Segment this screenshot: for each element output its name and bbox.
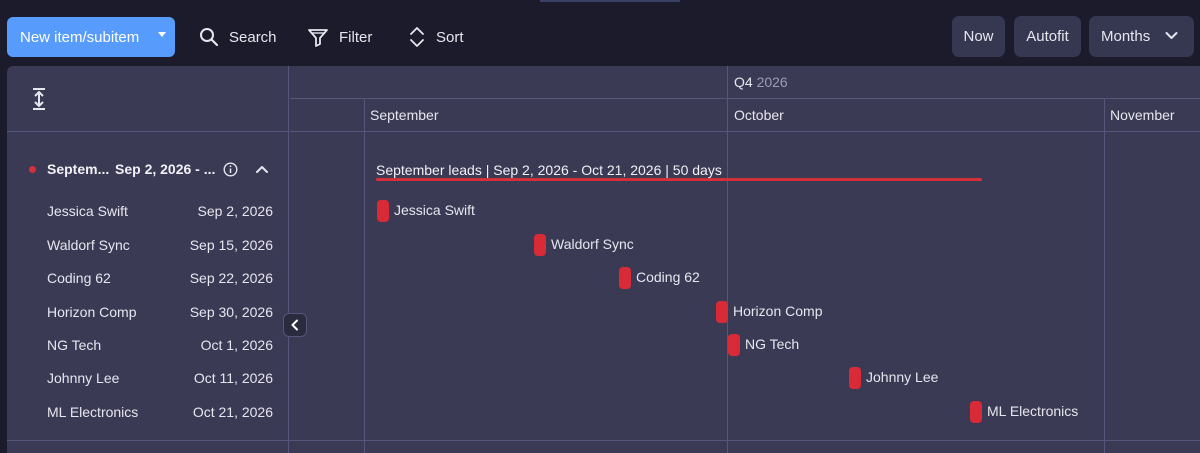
chevron-left-icon [291, 319, 298, 331]
group-color-dot [29, 166, 36, 173]
timeline-month-header: September October November [290, 99, 1200, 132]
quarter-year: 2026 [756, 74, 788, 90]
group-summary-label: September leads | Sep 2, 2026 - Oct 21, … [376, 162, 722, 178]
info-icon[interactable] [223, 162, 238, 177]
filter-button[interactable]: Filter [307, 17, 372, 57]
milestone-marker[interactable] [849, 367, 861, 389]
month-november: November [1110, 107, 1175, 123]
milestone-label: Horizon Comp [733, 303, 823, 319]
item-list-header [7, 66, 289, 132]
autofit-label: Autofit [1026, 28, 1069, 45]
now-label: Now [963, 28, 994, 45]
item-date: Oct 21, 2026 [192, 404, 273, 420]
item-date: Sep 2, 2026 [197, 203, 273, 219]
sort-button[interactable]: Sort [408, 17, 464, 57]
item-list: Septem... Sep 2, 2026 - ... Jessica Swif… [7, 66, 289, 453]
milestone-marker[interactable] [534, 234, 546, 256]
item-name[interactable]: Coding 62 [47, 270, 111, 286]
chevron-down-icon [1165, 32, 1178, 39]
month-divider [364, 99, 365, 453]
item-name[interactable]: NG Tech [47, 337, 101, 353]
collapse-sidebar-button[interactable] [283, 313, 307, 337]
new-item-label: New item/subitem [20, 28, 140, 46]
autofit-button[interactable]: Autofit [1014, 16, 1081, 57]
group-date-range: Sep 2, 2026 - ... [115, 161, 216, 177]
item-date: Oct 1, 2026 [200, 337, 273, 353]
item-name[interactable]: ML Electronics [47, 404, 138, 420]
month-september: September [370, 107, 439, 123]
item-name[interactable]: Waldorf Sync [47, 237, 130, 253]
group-name[interactable]: Septem... [47, 161, 109, 177]
caret-down-icon[interactable] [158, 32, 166, 37]
expand-rows-icon[interactable] [31, 87, 47, 111]
now-button[interactable]: Now [952, 16, 1005, 57]
group-summary-bar[interactable] [376, 178, 982, 181]
quarter-label: Q4 2026 [734, 74, 788, 90]
search-button[interactable]: Search [199, 17, 277, 57]
item-name[interactable]: Jessica Swift [47, 203, 128, 219]
gantt-panel: Septem... Sep 2, 2026 - ... Jessica Swif… [7, 66, 1200, 453]
milestone-marker[interactable] [619, 267, 631, 289]
new-item-button[interactable]: New item/subitem [7, 17, 175, 57]
toolbar: New item/subitem Search Filter Sort Now … [0, 0, 1200, 66]
search-icon [200, 28, 219, 47]
milestone-marker[interactable] [377, 200, 389, 222]
item-date: Sep 15, 2026 [189, 237, 273, 253]
bottom-divider [7, 440, 1200, 441]
search-label: Search [229, 28, 277, 46]
sort-icon [410, 27, 424, 47]
quarter-divider [727, 66, 728, 453]
milestone-label: Jessica Swift [394, 202, 475, 218]
quarter-name: Q4 [734, 74, 753, 90]
timeline: Q4 2026 September October November Septe… [290, 66, 1200, 453]
item-date: Sep 30, 2026 [189, 304, 273, 320]
chevron-up-icon[interactable] [255, 164, 269, 174]
month-october: October [734, 107, 784, 123]
milestone-label: ML Electronics [987, 403, 1079, 419]
filter-label: Filter [339, 28, 373, 46]
milestone-label: Coding 62 [636, 269, 700, 285]
sort-label: Sort [436, 28, 464, 46]
month-divider [1104, 99, 1105, 453]
item-date: Oct 11, 2026 [193, 370, 273, 386]
milestone-marker[interactable] [728, 334, 740, 356]
item-name[interactable]: Horizon Comp [47, 304, 136, 320]
milestone-label: NG Tech [745, 336, 800, 352]
milestone-label: Waldorf Sync [551, 236, 634, 252]
zoom-level-label: Months [1101, 28, 1151, 45]
milestone-marker[interactable] [970, 401, 982, 423]
filter-icon [308, 29, 328, 47]
milestone-marker[interactable] [716, 301, 728, 323]
milestone-label: Johnny Lee [866, 369, 939, 385]
item-name[interactable]: Johnny Lee [47, 370, 119, 386]
zoom-level-dropdown[interactable]: Months [1089, 16, 1194, 57]
timeline-quarter-header: Q4 2026 [290, 66, 1200, 99]
item-date: Sep 22, 2026 [189, 270, 273, 286]
